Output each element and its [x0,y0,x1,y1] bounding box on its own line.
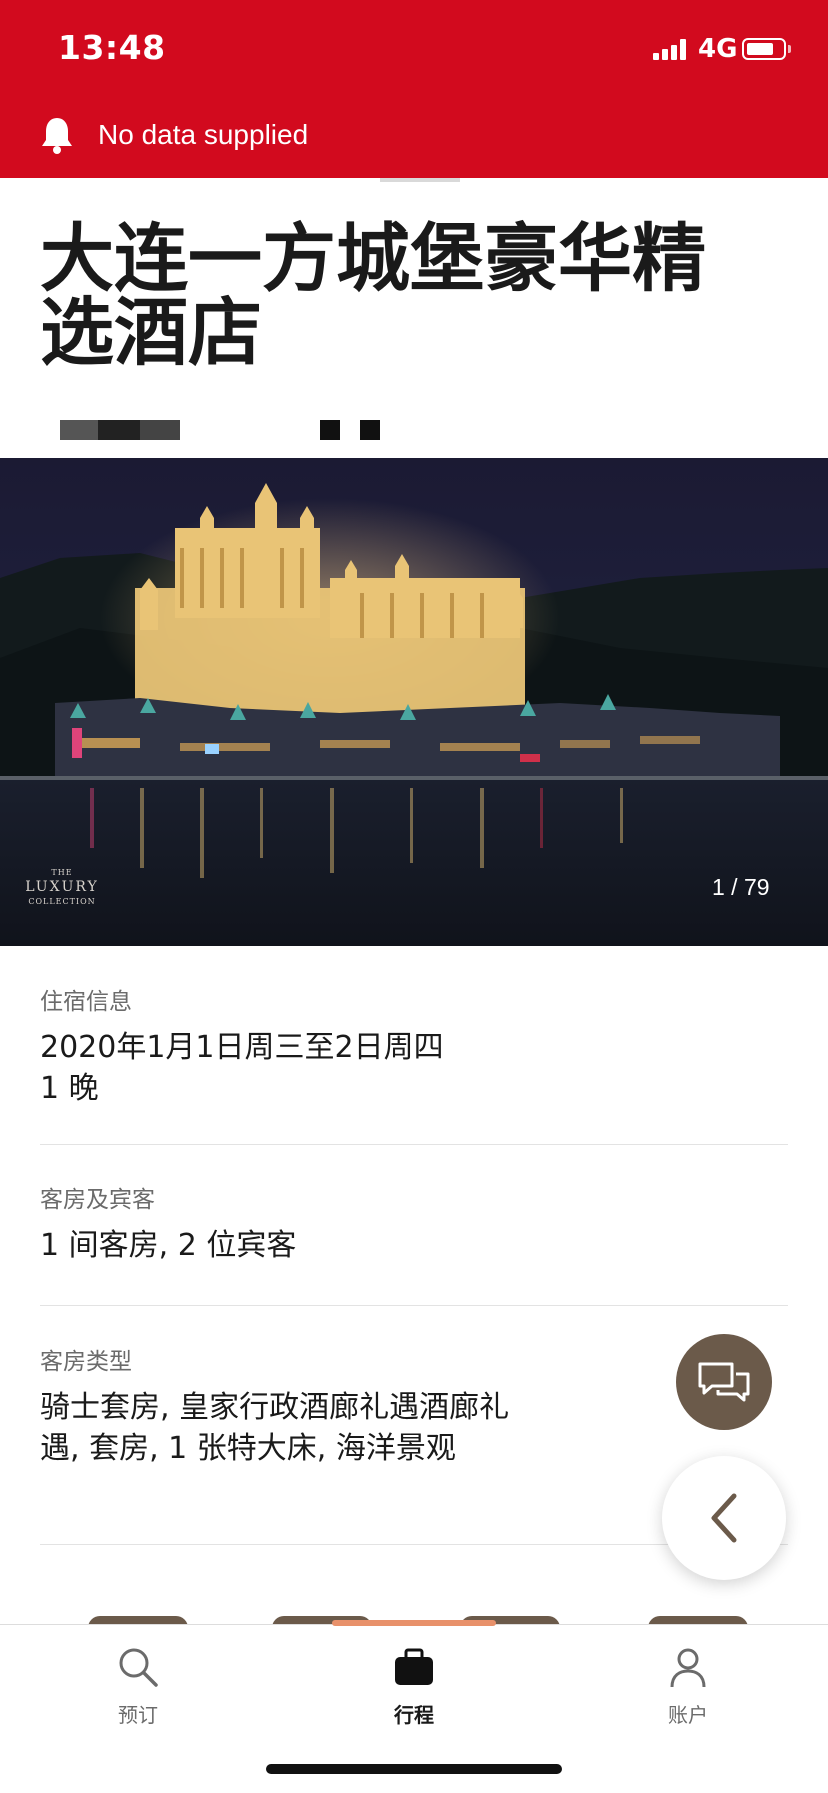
back-button[interactable] [662,1456,786,1580]
divider [40,1305,788,1306]
rooms-guests-section[interactable]: 客房及宾客 1 间客房, 2 位宾客 [40,1180,788,1267]
person-icon [670,1648,706,1688]
top-banner: 13:48 4G No data supplied [0,0,828,178]
cellular-signal-icon [653,38,693,60]
rooms-guests-value: 1 间客房, 2 位宾客 [40,1228,297,1263]
network-type: 4G [698,34,738,64]
divider [40,1144,788,1145]
stay-dates: 2020年1月1日周三至2日周四 [40,1030,444,1065]
hotel-photo-carousel[interactable]: THE LUXURY COLLECTION 1 / 79 [0,458,828,946]
tab-label: 预订 [118,1703,158,1727]
notice-text: No data supplied [98,119,309,150]
briefcase-icon [395,1648,433,1685]
active-tab-indicator [332,1620,496,1626]
stay-nights: 1 晚 [40,1070,99,1106]
rating-row [60,418,390,440]
chevron-left-icon [711,1493,737,1543]
stay-info-label: 住宿信息 [40,989,132,1015]
room-type-section[interactable]: 客房类型 骑士套房, 皇家行政酒廊礼遇酒廊礼遇, 套房, 1 张特大床, 海洋景… [40,1342,520,1469]
luxury-collection-logo: THE LUXURY COLLECTION [25,868,99,906]
status-time: 13:48 [58,28,166,67]
stay-info-section[interactable]: 住宿信息 2020年1月1日周三至2日周四 1 晚 [40,982,788,1109]
notice-bar[interactable]: No data supplied [40,110,308,160]
rooms-guests-label: 客房及宾客 [40,1187,155,1213]
hotel-name: 大连一方城堡豪华精选酒店 [40,216,706,376]
battery-level-fill [747,43,773,55]
battery-icon [742,38,786,60]
battery-tip [788,45,791,53]
photo-counter: 1 / 79 [712,874,770,900]
sheet-handle[interactable] [380,178,460,182]
hotel-photo [0,458,828,946]
tab-account[interactable]: 账户 [618,1645,758,1728]
tab-label: 行程 [394,1703,434,1727]
search-icon [119,1648,158,1687]
tab-trips[interactable]: 行程 [344,1645,484,1728]
chat-button[interactable] [676,1334,772,1430]
home-indicator[interactable] [266,1764,562,1774]
status-bar: 13:48 4G [0,0,828,100]
tab-booking[interactable]: 预订 [68,1645,208,1728]
bell-icon [42,118,72,154]
room-type-value: 骑士套房, 皇家行政酒廊礼遇酒廊礼遇, 套房, 1 张特大床, 海洋景观 [40,1390,510,1466]
room-type-label: 客房类型 [40,1349,132,1375]
chat-icon [698,1362,750,1402]
tab-label: 账户 [668,1703,708,1727]
